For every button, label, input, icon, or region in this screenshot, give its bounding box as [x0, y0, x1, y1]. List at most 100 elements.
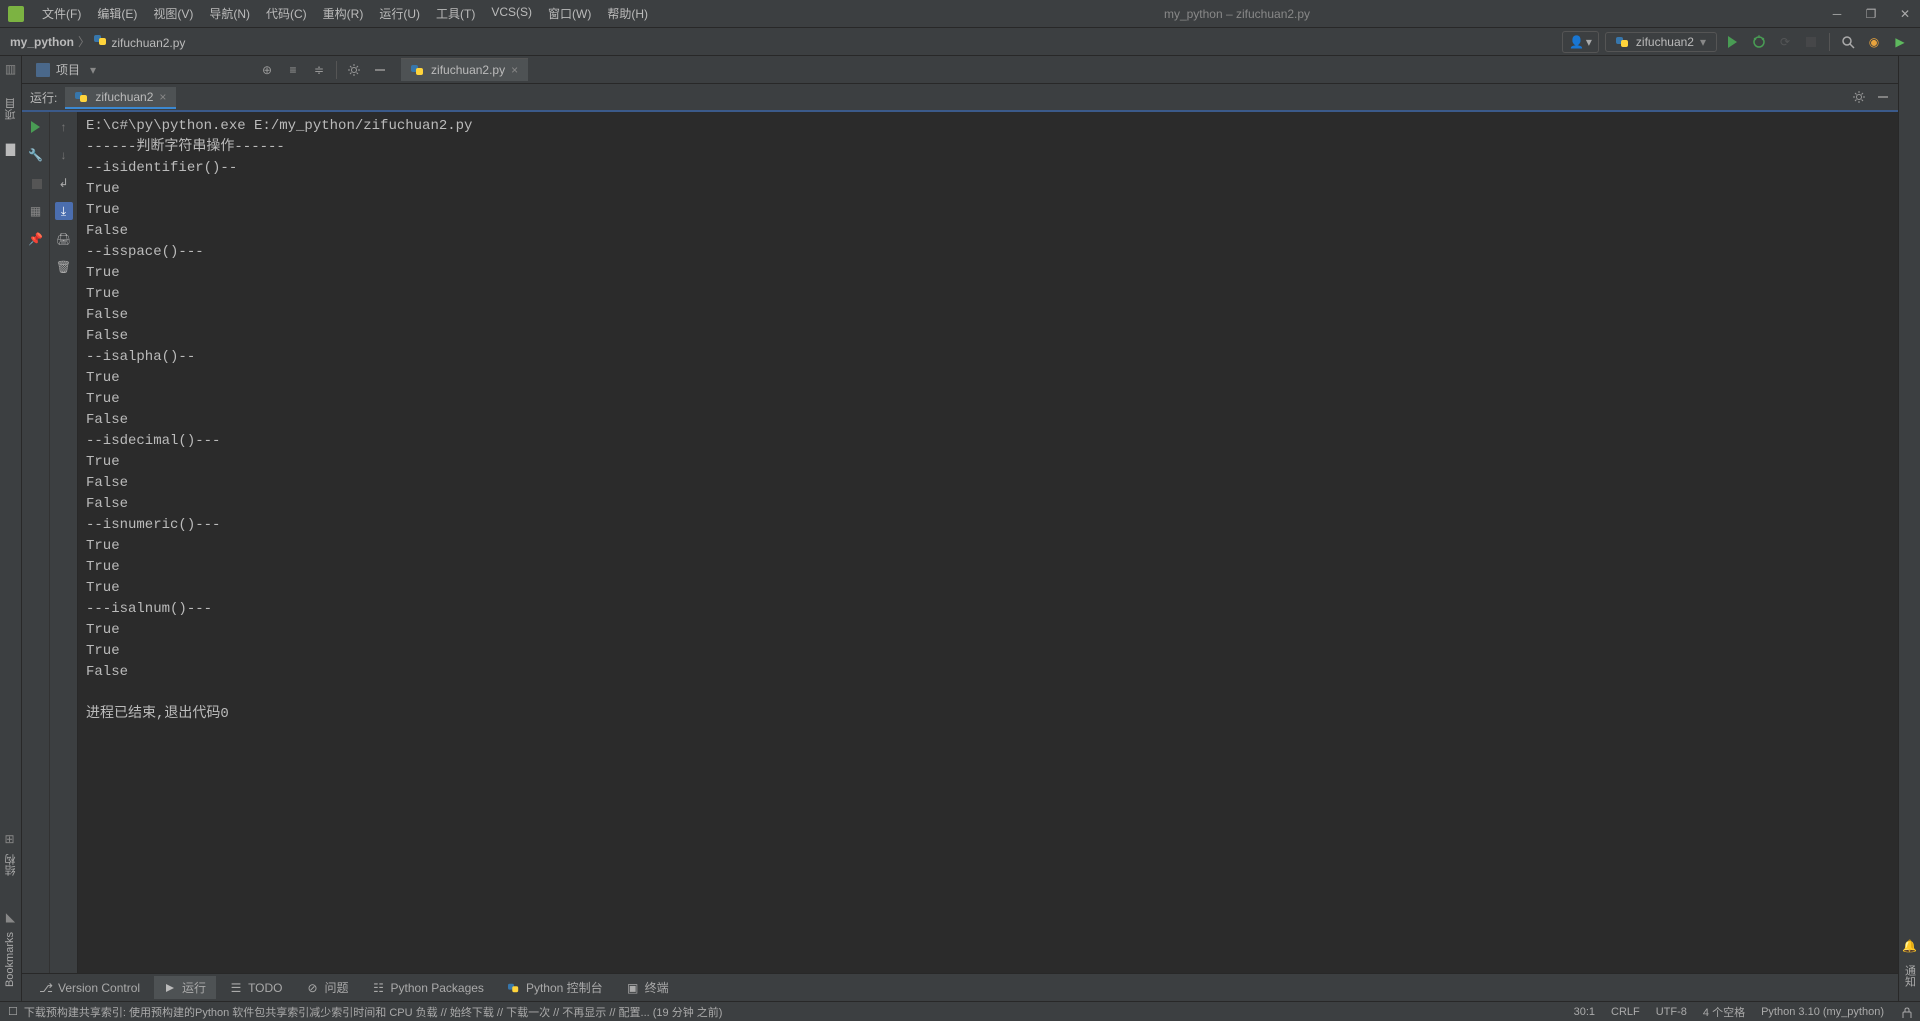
bookmark-icon: ◣ [4, 910, 18, 924]
python-file-icon [411, 63, 425, 77]
update-button[interactable]: ◉ [1864, 32, 1884, 52]
menu-run[interactable]: 运行(U) [373, 3, 426, 24]
structure-tool-button[interactable]: 结构 [3, 850, 19, 880]
scroll-to-end-button[interactable]: ⤓ [55, 202, 73, 220]
code-with-me-button[interactable]: 👤▾ [1562, 31, 1599, 53]
bell-icon[interactable]: 🔔 [1902, 939, 1917, 953]
titlebar: 文件(F) 编辑(E) 视图(V) 导航(N) 代码(C) 重构(R) 运行(U… [0, 0, 1920, 28]
vcs-icon: ⎇ [40, 982, 52, 994]
left-tool-strip: ▥ 项目 ▇ ⊞ 结构 ◣ Bookmarks [0, 56, 22, 1001]
structure-icon: ⊞ [3, 832, 17, 846]
chevron-down-icon: ▾ [1586, 35, 1592, 49]
collapse-all-button[interactable]: ≑ [308, 59, 330, 81]
ide-scripting-button[interactable]: ▶ [1890, 32, 1910, 52]
menu-tools[interactable]: 工具(T) [430, 3, 481, 24]
expand-all-button[interactable]: ≡ [282, 59, 304, 81]
status-caret-position[interactable]: 30:1 [1574, 1006, 1595, 1018]
soft-wrap-button[interactable]: ↲ [55, 174, 73, 192]
chevron-down-icon: ▾ [1700, 35, 1706, 49]
menu-navigate[interactable]: 导航(N) [203, 3, 256, 24]
stop-process-button[interactable] [27, 174, 45, 192]
close-run-tab-icon[interactable]: × [159, 90, 166, 104]
play-icon [164, 982, 176, 994]
editor-tab[interactable]: zifuchuan2.py × [401, 58, 528, 81]
python-file-icon [1616, 35, 1630, 49]
chevron-down-icon: ▾ [90, 63, 96, 77]
tab-todo-label: TODO [248, 981, 282, 995]
run-settings-button[interactable] [1852, 90, 1866, 104]
scroll-up-button[interactable]: ↑ [55, 118, 73, 136]
app-icon [8, 6, 24, 22]
maximize-button[interactable]: ❐ [1864, 7, 1878, 21]
toolstrip: 项目 ▾ ⊕ ≡ ≑ zifuchuan2.py × ⋮ [0, 56, 1920, 84]
tab-python-console[interactable]: Python 控制台 [498, 976, 613, 999]
terminal-icon: ▣ [627, 982, 639, 994]
tab-problems[interactable]: ⊘ 问题 [297, 976, 359, 999]
tab-python-console-label: Python 控制台 [526, 979, 603, 996]
tab-run[interactable]: 运行 [154, 976, 216, 999]
tab-terminal[interactable]: ▣ 终端 [617, 976, 679, 999]
tab-todo[interactable]: ☰ TODO [220, 978, 292, 998]
menu-view[interactable]: 视图(V) [147, 3, 199, 24]
problems-icon: ⊘ [307, 982, 319, 994]
menu-vcs[interactable]: VCS(S) [485, 3, 538, 24]
menu-edit[interactable]: 编辑(E) [91, 3, 143, 24]
search-everywhere-button[interactable] [1838, 32, 1858, 52]
run-tab[interactable]: zifuchuan2 × [65, 87, 176, 109]
project-tool-icon[interactable]: ▥ [4, 62, 18, 76]
menu-file[interactable]: 文件(F) [36, 3, 87, 24]
layout-button[interactable]: ▦ [27, 202, 45, 220]
python-icon [508, 982, 520, 994]
folder-icon[interactable]: ▇ [4, 142, 18, 156]
status-interpreter[interactable]: Python 3.10 (my_python) [1761, 1006, 1884, 1018]
project-tool-button[interactable]: 项目 [3, 94, 19, 124]
status-icon[interactable]: ☐ [8, 1005, 18, 1018]
close-button[interactable]: ✕ [1898, 7, 1912, 21]
console-output[interactable]: E:\c#\py\python.exe E:/my_python/zifuchu… [78, 112, 1898, 973]
menu-window[interactable]: 窗口(W) [542, 3, 597, 24]
notifications-tool-button[interactable]: 通知 [1902, 961, 1918, 991]
modify-run-config-button[interactable]: 🔧 [27, 146, 45, 164]
status-indent[interactable]: 4 个空格 [1703, 1004, 1745, 1020]
settings-button[interactable] [343, 59, 365, 81]
run-with-coverage-button[interactable]: ⟳ [1775, 32, 1795, 52]
editor-tabs: zifuchuan2.py × [401, 58, 528, 81]
bookmarks-tool-button[interactable]: Bookmarks [4, 928, 16, 991]
scroll-down-button[interactable]: ↓ [55, 146, 73, 164]
tab-version-control[interactable]: ⎇ Version Control [30, 978, 150, 998]
project-view-selector[interactable]: 项目 ▾ [28, 58, 104, 81]
close-tab-icon[interactable]: × [511, 63, 518, 77]
lock-icon[interactable] [1900, 1006, 1912, 1018]
hide-button[interactable] [369, 59, 391, 81]
rerun-button[interactable] [27, 118, 45, 136]
breadcrumb-file[interactable]: zifuchuan2.py [94, 33, 185, 50]
breadcrumb-project[interactable]: my_python [10, 35, 74, 49]
menu-code[interactable]: 代码(C) [260, 3, 313, 24]
project-icon [36, 63, 50, 77]
menu-help[interactable]: 帮助(H) [601, 3, 654, 24]
bottom-tool-tabs: ⎇ Version Control 运行 ☰ TODO ⊘ 问题 ☷ Pytho… [22, 973, 1898, 1001]
select-opened-file-button[interactable]: ⊕ [256, 59, 278, 81]
run-configuration-selector[interactable]: zifuchuan2 ▾ [1605, 32, 1717, 52]
print-button[interactable]: 🖨 [55, 230, 73, 248]
tab-python-packages[interactable]: ☷ Python Packages [363, 978, 494, 998]
run-button[interactable] [1723, 32, 1743, 52]
run-header: 运行: zifuchuan2 × [22, 84, 1898, 112]
status-message[interactable]: 下载预构建共享索引: 使用预构建的Python 软件包共享索引减少索引时间和 C… [24, 1004, 1574, 1020]
minimize-button[interactable]: ─ [1830, 7, 1844, 21]
tab-problems-label: 问题 [325, 979, 349, 996]
main-menu: 文件(F) 编辑(E) 视图(V) 导航(N) 代码(C) 重构(R) 运行(U… [36, 3, 654, 24]
debug-button[interactable] [1749, 32, 1769, 52]
right-tool-strip: 🔔 通知 [1898, 56, 1920, 1001]
clear-all-button[interactable]: 🗑 [55, 258, 73, 276]
stop-button[interactable] [1801, 32, 1821, 52]
tab-run-label: 运行 [182, 979, 206, 996]
pin-button[interactable]: 📌 [27, 230, 45, 248]
status-encoding[interactable]: UTF-8 [1656, 1006, 1687, 1018]
run-toolbar-console: ↑ ↓ ↲ ⤓ 🖨 🗑 [50, 112, 78, 973]
user-icon: 👤 [1569, 35, 1584, 49]
hide-run-button[interactable] [1876, 90, 1890, 104]
run-body: 🔧 ▦ 📌 ↑ ↓ ↲ ⤓ 🖨 🗑 E:\c#\py\python.exe E:… [22, 112, 1898, 973]
menu-refactor[interactable]: 重构(R) [317, 3, 370, 24]
status-line-separator[interactable]: CRLF [1611, 1006, 1640, 1018]
